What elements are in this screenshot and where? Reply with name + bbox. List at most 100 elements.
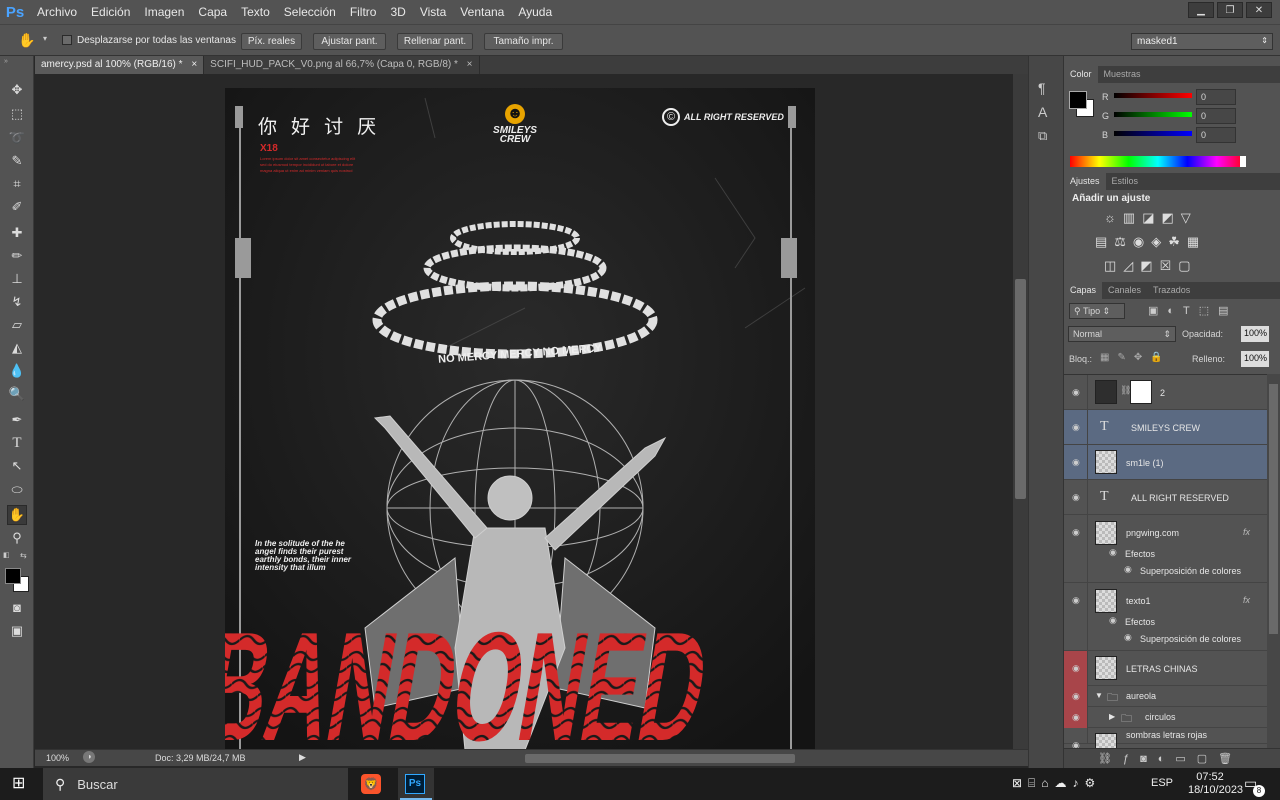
zoom-tool-icon[interactable]: ⚲: [7, 528, 27, 548]
layer-all-right-reserved[interactable]: ◉ T ALL RIGHT RESERVED: [1064, 480, 1267, 515]
effect-eye-icon[interactable]: ◉: [1124, 632, 1132, 643]
brush-tool-icon[interactable]: ✏: [7, 246, 27, 266]
layer-aureola[interactable]: ◉ ▼ 🗀 aureola: [1064, 686, 1267, 707]
layer-sm1le-1-[interactable]: ◉ sm1le (1): [1064, 445, 1267, 480]
menu-selección[interactable]: Selección: [277, 0, 343, 24]
menu-ventana[interactable]: Ventana: [453, 0, 511, 24]
eyedropper-tool-icon[interactable]: ✐: [7, 197, 27, 217]
eye-icon[interactable]: ◉: [1072, 422, 1082, 432]
layer-letras-chinas[interactable]: ◉ LETRAS CHINAS: [1064, 651, 1267, 686]
fit-screen-button[interactable]: Ajustar pant.: [313, 33, 386, 50]
lasso-tool-icon[interactable]: ➰: [7, 128, 27, 148]
color-spectrum[interactable]: [1070, 156, 1246, 167]
collapse-icon[interactable]: »: [4, 58, 8, 65]
actual-pixels-button[interactable]: Píx. reales: [241, 33, 302, 50]
scroll-thumb[interactable]: [1015, 279, 1026, 499]
swap-colors-icon[interactable]: ⇆: [20, 551, 27, 560]
layer-texto1[interactable]: ◉ texto1 fx ◉ Efectos ◉ Superposición de color…: [1064, 583, 1267, 651]
clone-stamp-tool-icon[interactable]: ⊥: [7, 269, 27, 289]
crop-tool-icon[interactable]: ⌗: [7, 174, 27, 194]
layer-filter-select[interactable]: ⚲ Tipo ⇕: [1069, 303, 1125, 319]
eye-icon[interactable]: ◉: [1072, 457, 1082, 467]
channel-slider-b[interactable]: [1114, 131, 1192, 136]
fill-input[interactable]: 100%: [1241, 351, 1269, 367]
layer-2[interactable]: ◉ ⛓ 2: [1064, 375, 1267, 410]
photoshop-taskbar-button[interactable]: Ps: [398, 768, 434, 800]
minimize-button[interactable]: ▁: [1188, 2, 1214, 18]
screen-mode-icon[interactable]: ▣: [7, 621, 27, 641]
foreground-color-swatch[interactable]: [5, 568, 21, 584]
brave-browser-icon[interactable]: 🦁: [361, 774, 381, 794]
move-tool-icon[interactable]: ✥: [7, 80, 27, 100]
layer-sombras-letras-rojas[interactable]: ◉ sombras letras rojas: [1064, 728, 1267, 748]
visibility-cell[interactable]: [1064, 583, 1088, 651]
layers-scroll-thumb[interactable]: [1269, 384, 1278, 634]
tab-styles[interactable]: Estilos: [1106, 173, 1145, 190]
hand-tool-preset-icon[interactable]: ✋: [18, 32, 38, 50]
status-info-icon[interactable]: ◑: [83, 751, 95, 763]
menu-filtro[interactable]: Filtro: [343, 0, 384, 24]
channel-value-g[interactable]: 0: [1196, 108, 1236, 124]
ellipse-tool-icon[interactable]: ⬭: [7, 480, 27, 500]
tab-adjustments[interactable]: Ajustes: [1064, 173, 1106, 190]
tab-paths[interactable]: Trazados: [1147, 282, 1196, 299]
tab-channels[interactable]: Canales: [1102, 282, 1147, 299]
tab-color[interactable]: Color: [1064, 66, 1098, 83]
pen-tool-icon[interactable]: ✒: [7, 410, 27, 430]
windows-start-icon[interactable]: ⊞: [12, 775, 30, 793]
tab-layers[interactable]: Capas: [1064, 282, 1103, 299]
restore-button[interactable]: ❐: [1217, 2, 1243, 18]
canvas-area[interactable]: ABANDONED 你 好 讨 厌 X18 Lorem ipsum dolor …: [35, 74, 1013, 749]
eye-icon[interactable]: ◉: [1072, 663, 1082, 673]
fx-badge[interactable]: fx: [1243, 595, 1250, 605]
expand-arrow-icon[interactable]: ▶: [1109, 712, 1115, 721]
menu-imagen[interactable]: Imagen: [137, 0, 191, 24]
lock-icons[interactable]: ▦✎✥🔒: [1100, 352, 1171, 363]
language-indicator[interactable]: ESP: [1151, 777, 1173, 789]
tab-swatches[interactable]: Muestras: [1098, 66, 1147, 83]
hand-tool-icon[interactable]: ✋: [7, 505, 27, 525]
marquee-tool-icon[interactable]: ⬚: [7, 104, 27, 124]
menu-3d[interactable]: 3D: [383, 0, 412, 24]
scroll-all-checkbox[interactable]: [62, 35, 72, 45]
effects-eye-icon[interactable]: ◉: [1109, 547, 1117, 558]
type-tool-icon[interactable]: T: [7, 433, 27, 453]
eye-icon[interactable]: ◉: [1072, 691, 1082, 701]
layer-pngwing-com[interactable]: ◉ pngwing.com fx ◉ Efectos ◉ Superposición de …: [1064, 515, 1267, 583]
eye-icon[interactable]: ◉: [1072, 527, 1082, 537]
print-size-button[interactable]: Tamaño impr.: [484, 33, 563, 50]
menu-capa[interactable]: Capa: [191, 0, 234, 24]
quick-selection-tool-icon[interactable]: ✎: [7, 151, 27, 171]
zoom-level[interactable]: 100%: [46, 753, 69, 763]
layers-scrollbar[interactable]: [1267, 374, 1280, 748]
visibility-cell[interactable]: [1064, 515, 1088, 583]
blend-mode-select[interactable]: Normal ⇕: [1068, 326, 1176, 342]
spectrum-white[interactable]: [1240, 156, 1246, 167]
quick-mask-icon[interactable]: ◙: [7, 597, 27, 617]
menu-ayuda[interactable]: Ayuda: [511, 0, 559, 24]
dodge-tool-icon[interactable]: 🔍: [7, 384, 27, 404]
fx-badge[interactable]: fx: [1243, 527, 1250, 537]
workspace-select[interactable]: masked1 ⇕: [1131, 33, 1273, 50]
search-box[interactable]: ⚲ Buscar: [43, 768, 348, 800]
vertical-scrollbar[interactable]: [1013, 74, 1028, 749]
menu-texto[interactable]: Texto: [234, 0, 277, 24]
adjustment-icons-row1[interactable]: ☼▥◪◩▽: [1104, 210, 1198, 226]
menu-vista[interactable]: Vista: [413, 0, 453, 24]
horizontal-scroll-thumb[interactable]: [525, 754, 795, 763]
eye-icon[interactable]: ◉: [1072, 712, 1082, 722]
tab-scifi-hud[interactable]: SCIFI_HUD_PACK_V0.png al 66,7% (Capa 0, …: [204, 56, 480, 74]
menu-edición[interactable]: Edición: [84, 0, 137, 24]
channel-slider-g[interactable]: [1114, 112, 1192, 117]
status-menu-arrow-icon[interactable]: ▶: [299, 752, 306, 763]
paragraph-icon[interactable]: ¶: [1038, 80, 1046, 96]
channel-slider-r[interactable]: [1114, 93, 1192, 98]
close-tab-icon[interactable]: ×: [467, 59, 473, 70]
opacity-input[interactable]: 100%: [1241, 326, 1269, 342]
close-tab-icon[interactable]: ×: [191, 59, 197, 70]
layer-circulos[interactable]: ◉ ▶ 🗀 circulos: [1064, 707, 1267, 728]
adjustment-icons-row3[interactable]: ◫◿◩☒▢: [1104, 258, 1198, 274]
history-brush-tool-icon[interactable]: ↯: [7, 292, 27, 312]
blur-tool-icon[interactable]: 💧: [7, 361, 27, 381]
layers-bottom-icons[interactable]: ⛓ƒ◙◐▭▢🗑: [1064, 748, 1280, 768]
